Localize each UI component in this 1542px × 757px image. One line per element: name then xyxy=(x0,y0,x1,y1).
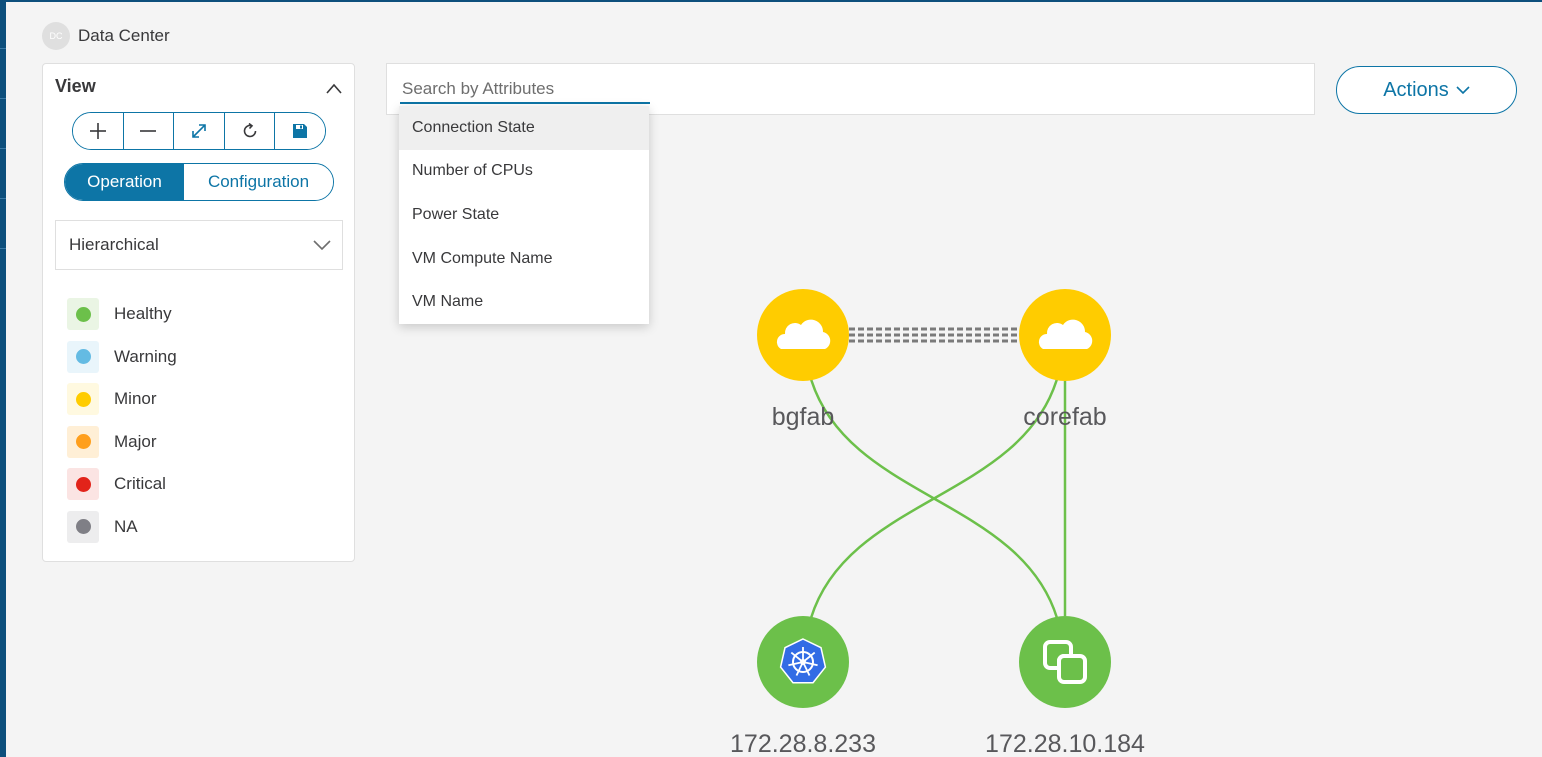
node-bgfab[interactable] xyxy=(757,289,849,381)
node-label-k8s: 172.28.8.233 xyxy=(730,730,876,757)
attribute-dropdown: Connection State Number of CPUs Power Stat… xyxy=(399,106,649,324)
node-label-vmware: 172.28.10.184 xyxy=(985,730,1145,757)
node-label-bgfab: bgfab xyxy=(771,403,835,431)
dropdown-option[interactable]: Number of CPUs xyxy=(399,150,649,194)
link-corefab-k8s xyxy=(809,378,1059,619)
topology-canvas[interactable] xyxy=(0,0,1542,757)
link-bgfab-corefab xyxy=(849,327,1019,343)
node-k8s[interactable] xyxy=(757,616,849,708)
dropdown-option[interactable]: VM Name xyxy=(399,280,649,324)
dropdown-option[interactable]: Power State xyxy=(399,193,649,237)
dropdown-option[interactable]: VM Compute Name xyxy=(399,237,649,281)
node-vmware[interactable] xyxy=(1019,616,1111,708)
dropdown-option[interactable]: Connection State xyxy=(399,106,649,150)
node-label-corefab: corefab xyxy=(1023,403,1107,431)
node-corefab[interactable] xyxy=(1019,289,1111,381)
